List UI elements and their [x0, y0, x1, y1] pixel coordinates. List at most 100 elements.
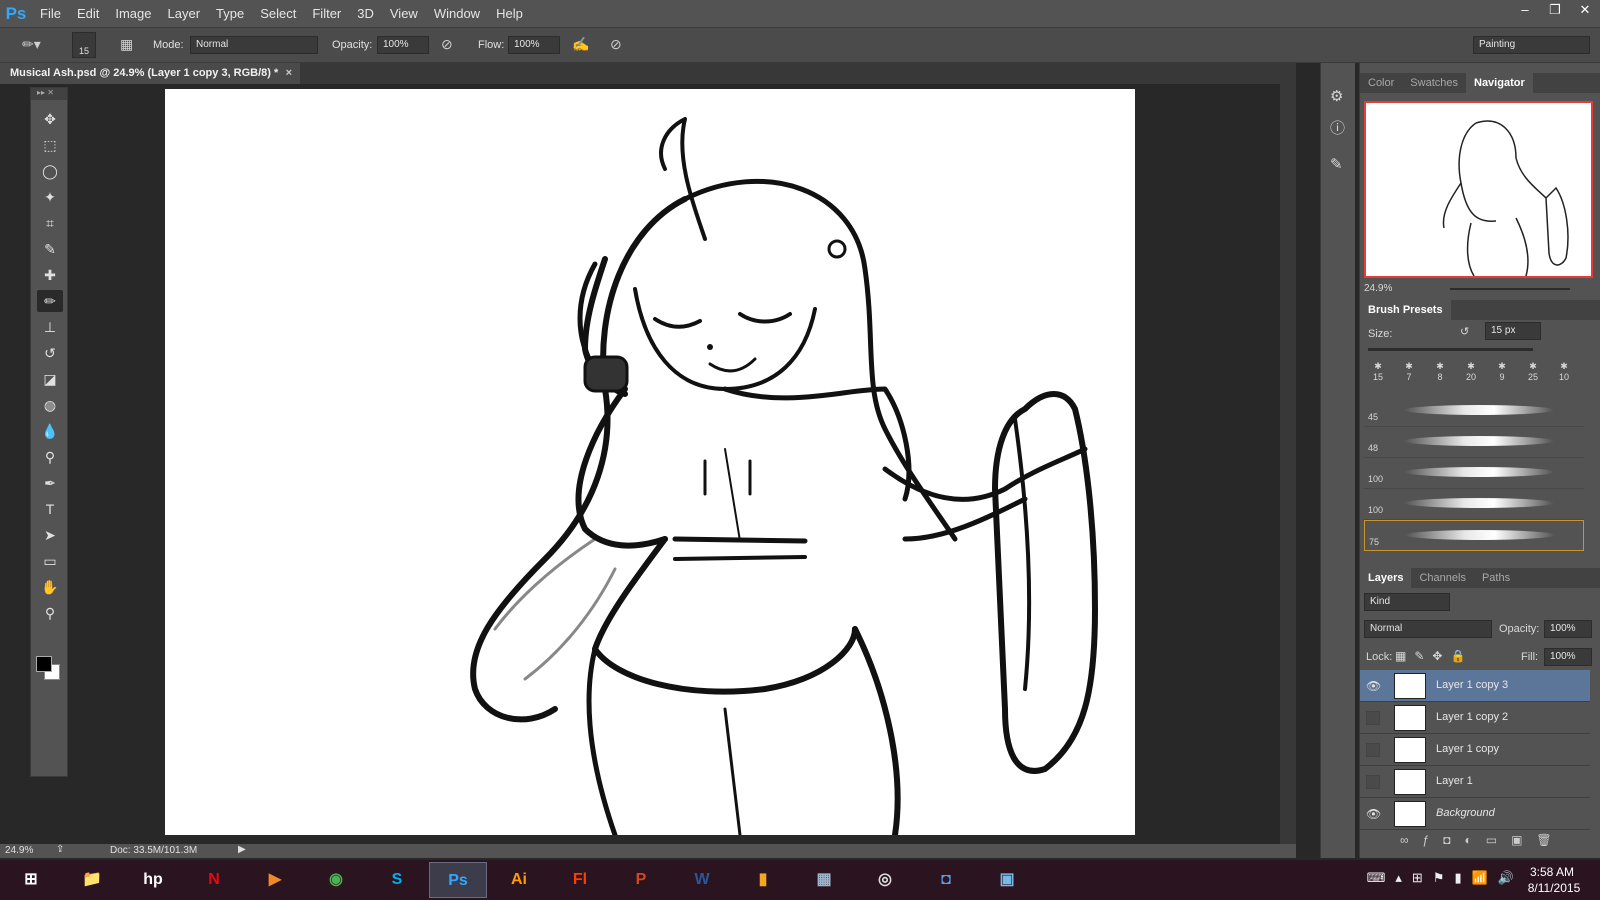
layer-row[interactable]: 👁 Layer 1 copy 3	[1360, 670, 1590, 702]
brush-tool-icon[interactable]: ✏▾	[22, 36, 41, 53]
marquee-icon[interactable]: ⬚	[37, 134, 63, 156]
layer-row[interactable]: Layer 1 copy 2	[1360, 702, 1590, 734]
menu-layer[interactable]: Layer	[160, 0, 209, 27]
layer-opacity-field[interactable]: 100%	[1544, 620, 1592, 638]
stamp-icon[interactable]: ⊥	[37, 316, 63, 338]
canvas[interactable]	[165, 89, 1135, 835]
restore-icon[interactable]: ❐	[1540, 0, 1570, 20]
files-icon[interactable]: ▮	[734, 862, 792, 898]
illustrator-icon[interactable]: Ai	[490, 862, 548, 898]
brush-tip[interactable]: ✱ 25	[1519, 361, 1547, 391]
photos-icon[interactable]: ▣	[978, 862, 1036, 898]
pressure-opacity-icon[interactable]: ⊘	[441, 36, 453, 53]
minimize-icon[interactable]: –	[1510, 0, 1540, 20]
brush-settings-icon[interactable]: ✎	[1330, 155, 1343, 173]
rectangle-icon[interactable]: ▭	[37, 550, 63, 572]
healing-icon[interactable]: ✚	[37, 264, 63, 286]
tab-brush-presets[interactable]: Brush Presets	[1360, 300, 1451, 320]
media-icon[interactable]: ▶	[246, 862, 304, 898]
brush-panel-icon[interactable]: ▦	[120, 36, 133, 53]
brush-tip[interactable]: ✱ 7	[1395, 361, 1423, 391]
hp-icon[interactable]: hp	[124, 862, 182, 898]
crop-icon[interactable]: ⌗	[37, 212, 63, 234]
brush-icon[interactable]: ✏	[37, 290, 63, 312]
pen-icon[interactable]: ✒	[37, 472, 63, 494]
status-share-icon[interactable]: ⇪	[56, 844, 64, 855]
tab-color[interactable]: Color	[1360, 73, 1402, 93]
word-icon[interactable]: W	[673, 862, 731, 898]
webcam-icon[interactable]: ◎	[856, 862, 914, 898]
brush-size-field[interactable]: 15 px	[1485, 322, 1541, 340]
move-icon[interactable]: ✥	[37, 108, 63, 130]
powerpoint-icon[interactable]: P	[612, 862, 670, 898]
type-icon[interactable]: T	[37, 498, 63, 520]
mode-select[interactable]: Normal	[190, 36, 318, 54]
vertical-scrollbar[interactable]	[1280, 84, 1296, 844]
pressure-size-icon[interactable]: ⊘	[610, 36, 622, 53]
visibility-eye-icon[interactable]	[1366, 711, 1380, 725]
close-icon[interactable]: ✕	[1570, 0, 1600, 20]
brush-tip[interactable]: ✱ 8	[1426, 361, 1454, 391]
menu-3d[interactable]: 3D	[349, 0, 382, 27]
tab-paths[interactable]: Paths	[1474, 568, 1518, 588]
skype-icon[interactable]: S	[368, 862, 426, 898]
brush-preset-row[interactable]: 75	[1364, 520, 1584, 551]
menu-view[interactable]: View	[382, 0, 426, 27]
netflix-icon[interactable]: N	[185, 862, 243, 898]
menu-select[interactable]: Select	[252, 0, 304, 27]
reset-size-icon[interactable]: ↺	[1460, 325, 1469, 338]
tab-swatches[interactable]: Swatches	[1402, 73, 1466, 93]
menu-file[interactable]: File	[32, 0, 69, 27]
status-menu-arrow-icon[interactable]: ▶	[238, 844, 246, 855]
tab-navigator[interactable]: Navigator	[1466, 73, 1533, 93]
visibility-eye-icon[interactable]: 👁	[1366, 679, 1381, 693]
magic-wand-icon[interactable]: ✦	[37, 186, 63, 208]
clock-date[interactable]: 8/11/2015	[1522, 881, 1586, 895]
navigator-zoom-slider[interactable]	[1450, 288, 1570, 290]
brush-size-picker[interactable]: 15	[72, 32, 96, 58]
navigator-preview[interactable]	[1364, 101, 1593, 278]
info-icon[interactable]: ⓘ	[1330, 117, 1345, 138]
layer-blend-mode[interactable]: Normal	[1364, 620, 1492, 638]
layer-actions[interactable]: ∞ƒ◘◐▭▣🗑	[1400, 833, 1566, 847]
status-zoom[interactable]: 24.9%	[5, 845, 33, 856]
explorer-icon[interactable]: 📁	[63, 862, 121, 898]
dodge-icon[interactable]: ⚲	[37, 446, 63, 468]
brush-tip[interactable]: ✱ 20	[1457, 361, 1485, 391]
layer-kind-filter[interactable]: Kind	[1364, 593, 1450, 611]
menu-edit[interactable]: Edit	[69, 0, 107, 27]
navigator-zoom[interactable]: 24.9%	[1364, 283, 1392, 294]
airbrush-icon[interactable]: ✍	[572, 36, 589, 53]
close-tab-icon[interactable]: ×	[286, 63, 292, 84]
hand-icon[interactable]: ✋	[37, 576, 63, 598]
tab-channels[interactable]: Channels	[1411, 568, 1473, 588]
visibility-eye-icon[interactable]	[1366, 743, 1380, 757]
document-tab[interactable]: Musical Ash.psd @ 24.9% (Layer 1 copy 3,…	[0, 63, 300, 84]
zoom-icon[interactable]: ⚲	[37, 602, 63, 624]
history-brush-icon[interactable]: ↺	[37, 342, 63, 364]
blur-icon[interactable]: 💧	[37, 420, 63, 442]
brush-tip[interactable]: ✱ 10	[1550, 361, 1578, 391]
foreground-color-swatch[interactable]	[36, 656, 52, 672]
tab-layers[interactable]: Layers	[1360, 568, 1412, 588]
menu-help[interactable]: Help	[488, 0, 531, 27]
properties-icon[interactable]: ⚙	[1330, 87, 1343, 105]
brush-preset-row[interactable]: 45	[1364, 396, 1584, 427]
menu-filter[interactable]: Filter	[304, 0, 349, 27]
layer-row[interactable]: 👁 Background	[1360, 798, 1590, 830]
flow-field[interactable]: 100%	[508, 36, 560, 54]
flash-icon[interactable]: Fl	[551, 862, 609, 898]
fill-field[interactable]: 100%	[1544, 648, 1592, 666]
calculator-icon[interactable]: ▦	[795, 862, 853, 898]
layer-row[interactable]: Layer 1 copy	[1360, 734, 1590, 766]
photoshop-icon[interactable]: Ps	[429, 862, 487, 898]
brush-size-slider[interactable]	[1368, 348, 1533, 351]
visibility-eye-icon[interactable]: 👁	[1366, 807, 1381, 821]
visibility-eye-icon[interactable]	[1366, 775, 1380, 789]
windows-icon[interactable]: ⊞	[2, 862, 60, 898]
layer-row[interactable]: Layer 1	[1360, 766, 1590, 798]
lasso-icon[interactable]: ◯	[37, 160, 63, 182]
clock-time[interactable]: 3:58 AM	[1522, 865, 1582, 879]
outlook-icon[interactable]: ◘	[917, 862, 975, 898]
menu-type[interactable]: Type	[208, 0, 252, 27]
